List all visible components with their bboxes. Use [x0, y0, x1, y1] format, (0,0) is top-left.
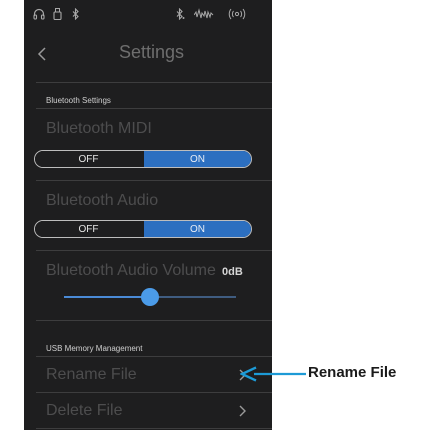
waveform-icon: [193, 8, 214, 23]
bluetooth-icon: [72, 7, 80, 23]
bluetooth-audio-label: Bluetooth Audio: [46, 192, 159, 209]
divider: [36, 428, 272, 429]
divider: [36, 356, 272, 357]
bluetooth-audio-toggle[interactable]: OFF ON: [34, 220, 252, 238]
callout-label: Rename File: [308, 364, 397, 381]
divider: [36, 250, 272, 251]
divider: [36, 320, 272, 321]
page: Settings Bluetooth Settings Bluetooth MI…: [0, 0, 433, 430]
bluetooth-audio-icon: [176, 7, 185, 23]
bluetooth-audio-on-option[interactable]: ON: [144, 221, 251, 237]
chevron-left-icon[interactable]: [36, 44, 50, 64]
rename-file-label[interactable]: Rename File: [46, 366, 137, 384]
bluetooth-audio-off-option[interactable]: OFF: [35, 221, 142, 237]
page-title: Settings: [119, 42, 185, 62]
divider: [36, 82, 272, 83]
chevron-right-icon[interactable]: [237, 404, 247, 418]
headphones-icon: [33, 8, 45, 23]
divider: [36, 108, 272, 109]
bluetooth-midi-off-option[interactable]: OFF: [35, 151, 142, 167]
section-header-bluetooth: Bluetooth Settings: [46, 96, 111, 105]
bluetooth-audio-volume-label: Bluetooth Audio Volume: [46, 262, 216, 279]
status-bar: [24, 0, 272, 36]
slider-thumb[interactable]: [141, 288, 159, 306]
callout-arrow-icon: [239, 366, 306, 382]
nav-bar: Settings: [24, 38, 272, 72]
wireless-icon: [227, 8, 247, 23]
bluetooth-midi-label: Bluetooth MIDI: [46, 120, 152, 137]
divider: [36, 392, 272, 393]
bluetooth-midi-on-option[interactable]: ON: [144, 151, 251, 167]
section-header-usb: USB Memory Management: [46, 344, 143, 353]
bluetooth-audio-volume-value: 0dB: [222, 266, 243, 278]
settings-screen: Settings Bluetooth Settings Bluetooth MI…: [24, 0, 272, 430]
divider: [36, 180, 272, 181]
bluetooth-midi-toggle[interactable]: OFF ON: [34, 150, 252, 168]
usb-icon: [53, 8, 62, 23]
delete-file-label[interactable]: Delete File: [46, 402, 122, 420]
slider-fill: [64, 296, 150, 298]
bluetooth-audio-volume-slider[interactable]: [64, 288, 236, 306]
